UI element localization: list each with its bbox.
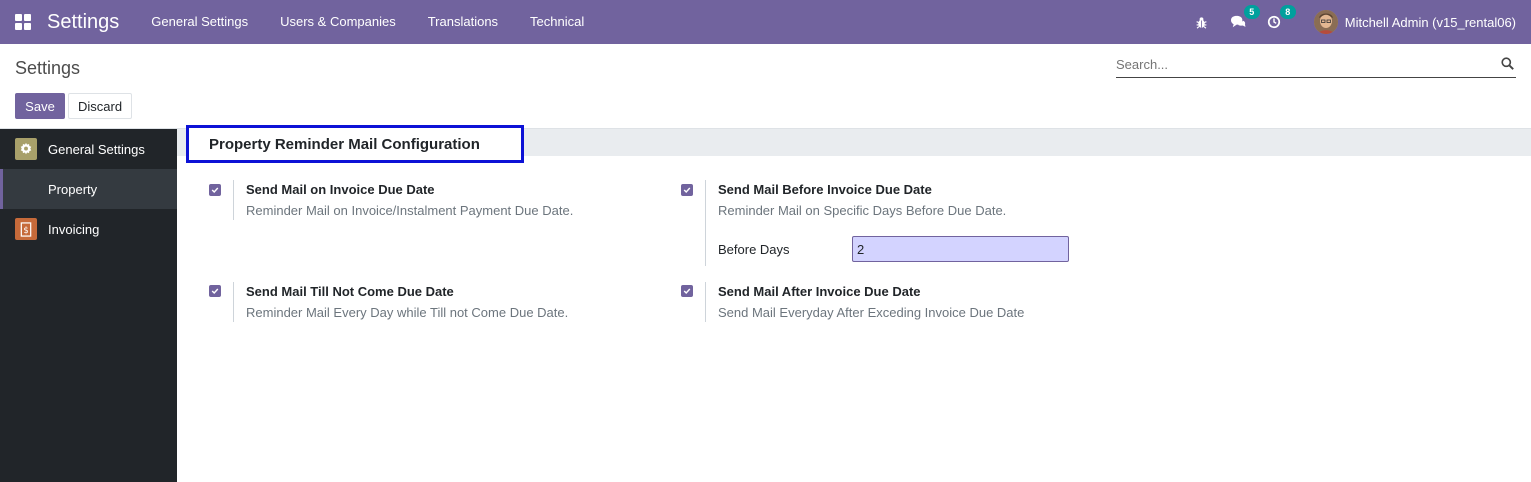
before-days-input[interactable]: [852, 236, 1069, 262]
debug-bug-icon[interactable]: [1192, 12, 1212, 32]
section-title: Property Reminder Mail Configuration: [209, 135, 480, 153]
setting-description: Reminder Mail on Specific Days Before Du…: [718, 203, 1007, 218]
settings-sidebar: General Settings Property $ Invoicing: [0, 129, 177, 482]
sidebar-item-label: Invoicing: [48, 221, 100, 237]
apps-grid-icon[interactable]: [15, 14, 31, 30]
settings-content: Property Reminder Mail Configuration Sen…: [177, 125, 1531, 482]
checkbox-after-due-date[interactable]: [681, 285, 693, 297]
save-button[interactable]: Save: [15, 93, 65, 119]
activities-badge: 8: [1279, 5, 1296, 19]
section-header: Property Reminder Mail Configuration: [177, 125, 1531, 163]
setting-description: Reminder Mail on Invoice/Instalment Paym…: [246, 203, 574, 218]
user-menu[interactable]: Mitchell Admin (v15_rental06): [1313, 10, 1516, 34]
avatar: [1313, 10, 1338, 34]
menu-technical[interactable]: Technical: [514, 0, 600, 44]
discard-button[interactable]: Discard: [68, 93, 132, 119]
setting-label: Send Mail Before Invoice Due Date: [718, 182, 932, 197]
setting-label: Send Mail on Invoice Due Date: [246, 182, 435, 197]
app-title: Settings: [47, 10, 120, 33]
checkbox-invoice-due-date[interactable]: [209, 184, 221, 196]
setting-description: Send Mail Everyday After Exceding Invoic…: [718, 305, 1025, 320]
before-days-label: Before Days: [718, 241, 790, 257]
messages-badge: 5: [1243, 5, 1260, 19]
before-days-row: Before Days: [718, 236, 1125, 262]
sidebar-item-invoicing[interactable]: $ Invoicing: [0, 209, 177, 249]
sidebar-item-label: General Settings: [48, 141, 145, 157]
setting-body: Send Mail Before Invoice Due Date Remind…: [705, 180, 1125, 266]
svg-text:$: $: [23, 224, 28, 234]
breadcrumb: Settings: [15, 58, 81, 78]
setting-body: Send Mail Till Not Come Due Date Reminde…: [233, 282, 653, 322]
invoice-icon: $: [15, 218, 37, 240]
menu-general-settings[interactable]: General Settings: [135, 0, 264, 44]
control-panel: Settings Save Discard: [0, 44, 1531, 129]
setting-label: Send Mail Till Not Come Due Date: [246, 284, 454, 299]
checkbox-till-due-date[interactable]: [209, 285, 221, 297]
setting-description: Reminder Mail Every Day while Till not C…: [246, 305, 569, 320]
setting-body: Send Mail After Invoice Due Date Send Ma…: [705, 282, 1125, 322]
sidebar-item-general-settings[interactable]: General Settings: [0, 129, 177, 169]
top-navbar: Settings General Settings Users & Compan…: [0, 0, 1531, 44]
checkbox-before-due-date[interactable]: [681, 184, 693, 196]
search-icon[interactable]: [1501, 57, 1514, 73]
setting-body: Send Mail on Invoice Due Date Reminder M…: [233, 180, 653, 220]
menu-translations[interactable]: Translations: [412, 0, 514, 44]
sidebar-item-label: Property: [48, 181, 98, 197]
setting-label: Send Mail After Invoice Due Date: [718, 284, 921, 299]
sidebar-item-property[interactable]: Property: [0, 169, 177, 209]
search-bar: [1116, 52, 1516, 78]
search-input[interactable]: [1116, 57, 1486, 72]
systray: 5 8 Mitchell Admin (v15_rental06): [1192, 0, 1516, 44]
section-title-highlight: Property Reminder Mail Configuration: [186, 125, 524, 163]
gear-icon: [15, 138, 37, 160]
user-name: Mitchell Admin (v15_rental06): [1344, 14, 1516, 30]
activities-clock-icon[interactable]: 8: [1264, 5, 1296, 32]
menu-users-companies[interactable]: Users & Companies: [264, 0, 412, 44]
messages-chat-icon[interactable]: 5: [1228, 5, 1260, 32]
